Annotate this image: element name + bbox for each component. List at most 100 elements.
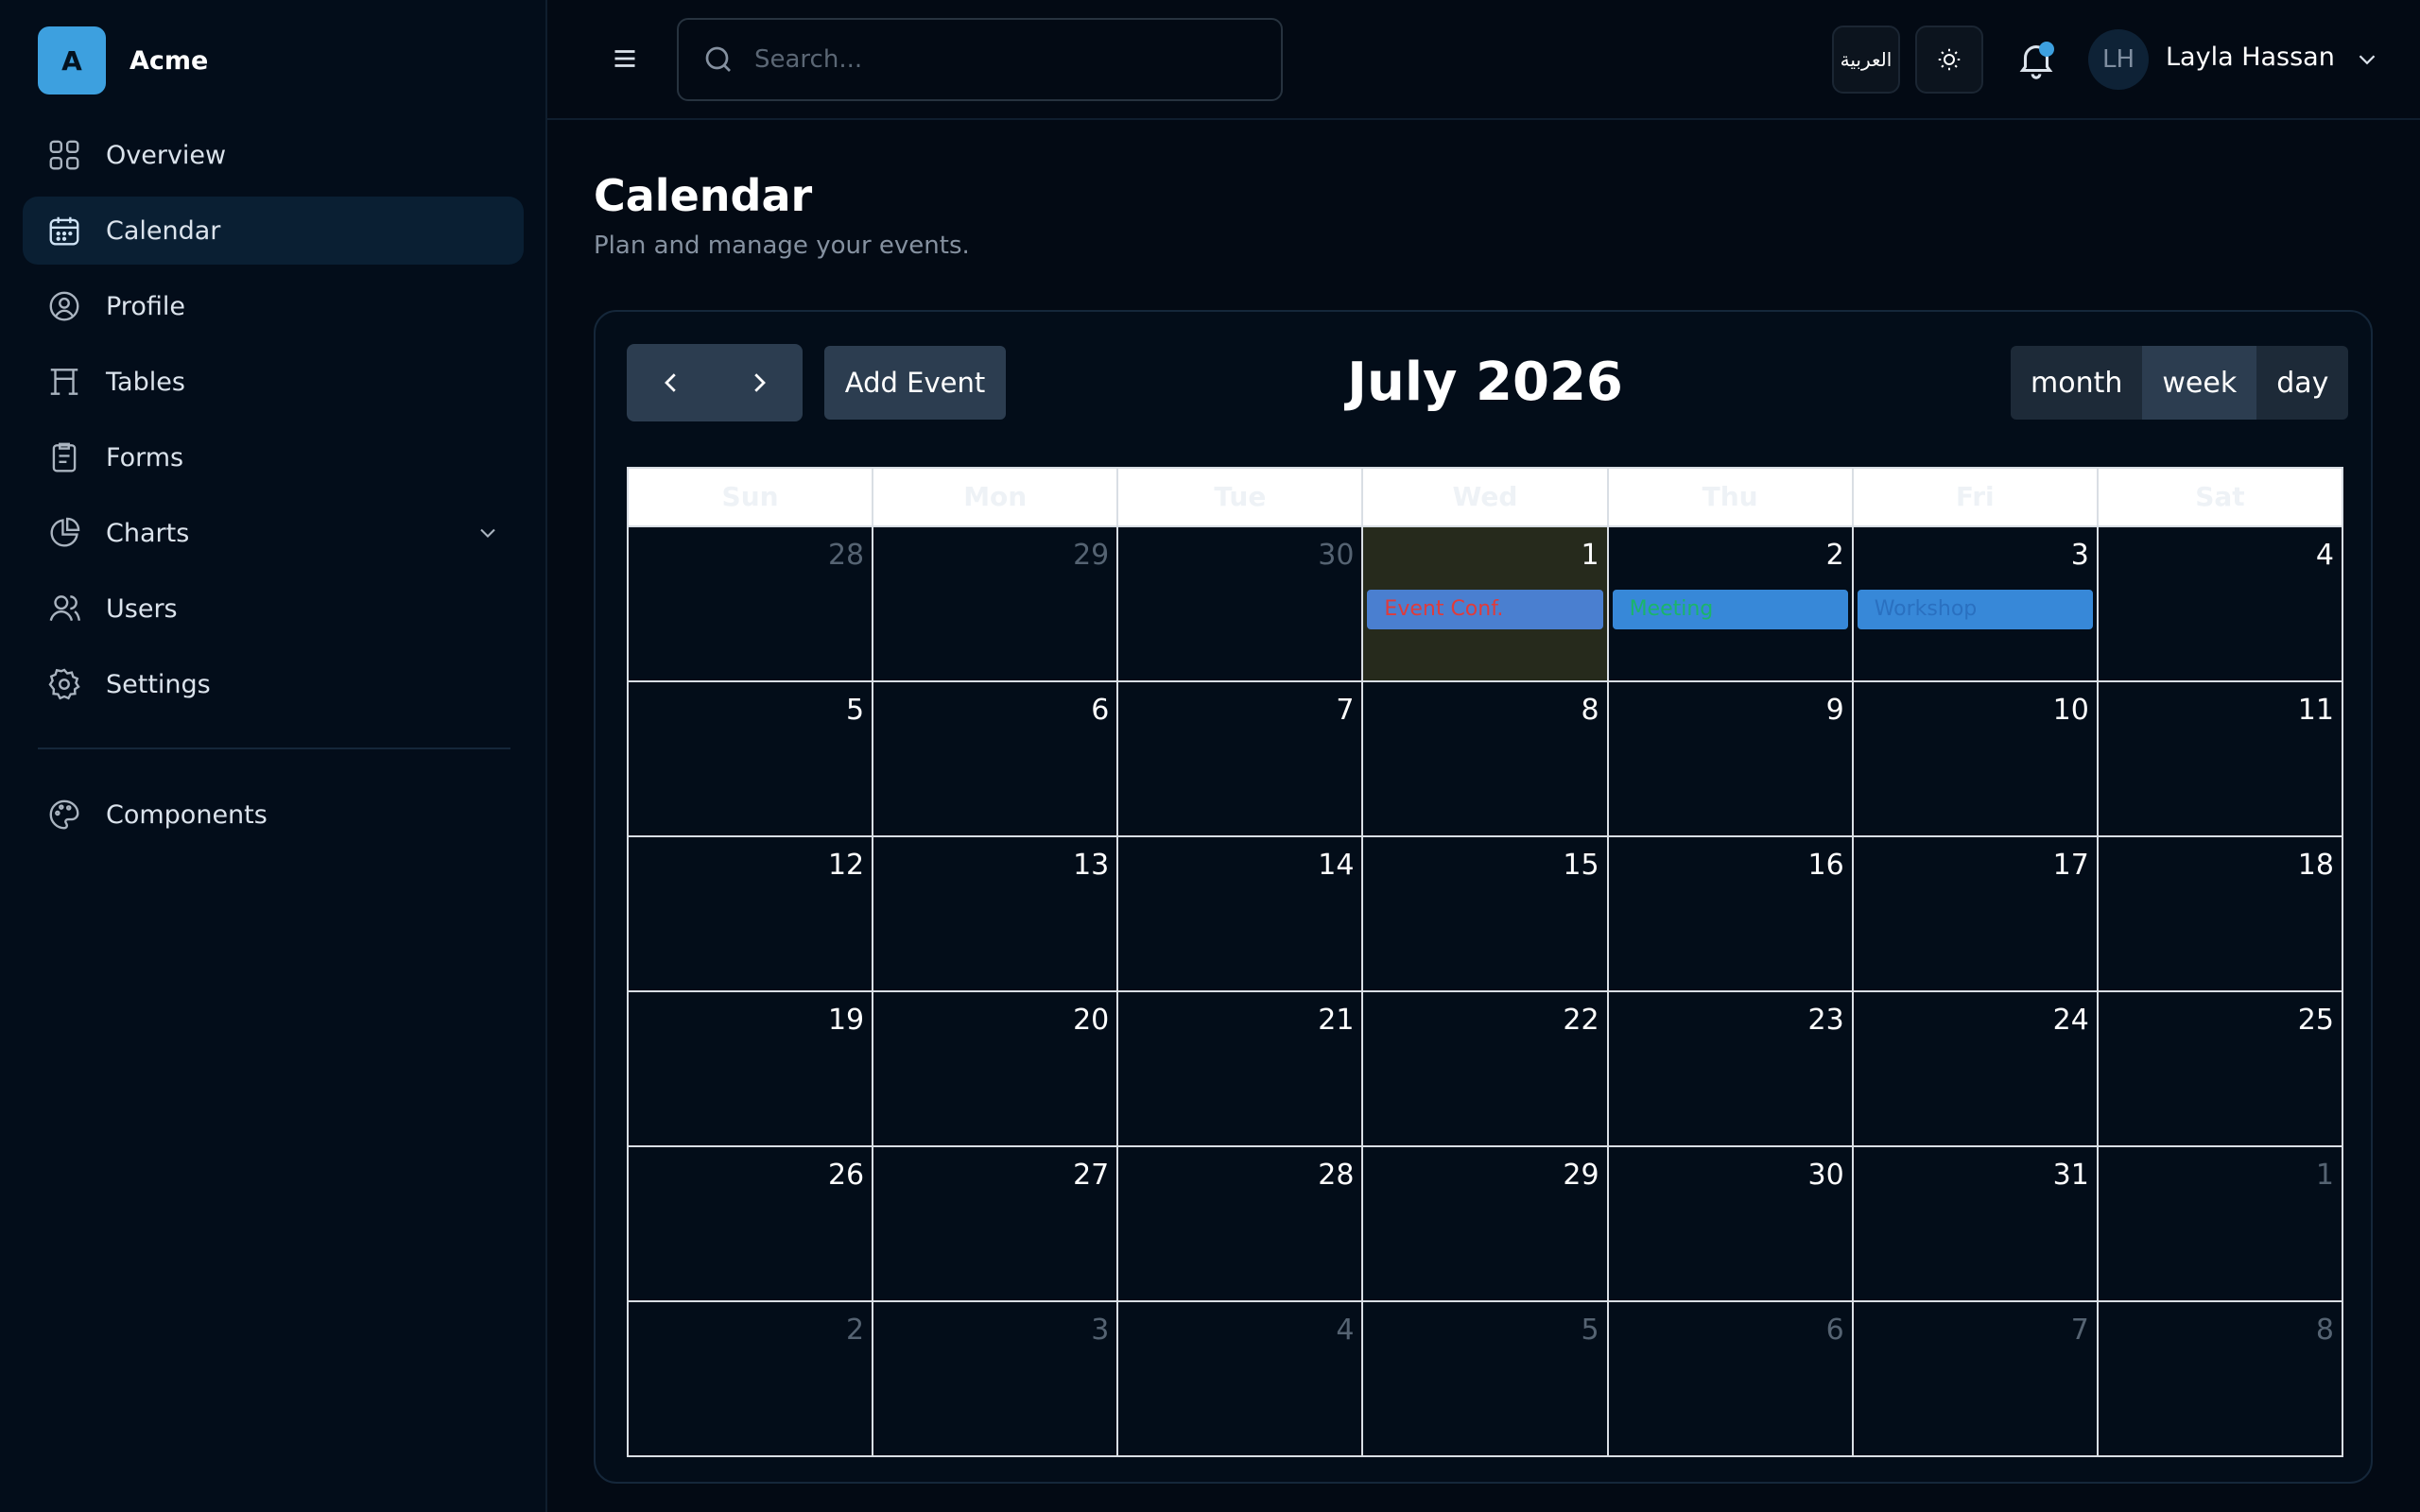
day-cell[interactable]: 29	[1363, 1147, 1609, 1300]
day-number[interactable]: 5	[846, 694, 864, 727]
day-cell[interactable]: 28	[629, 527, 874, 680]
sidebar-item-overview[interactable]: Overview	[23, 121, 524, 189]
day-number[interactable]: 27	[1073, 1159, 1109, 1192]
day-number[interactable]: 25	[2298, 1004, 2334, 1037]
day-number[interactable]: 11	[2298, 694, 2334, 727]
day-number[interactable]: 21	[1318, 1004, 1354, 1037]
day-cell[interactable]: 4	[2099, 527, 2342, 680]
day-cell[interactable]: 16	[1609, 837, 1854, 990]
day-number[interactable]: 30	[1318, 539, 1354, 572]
sidebar-item-settings[interactable]: Settings	[23, 650, 524, 718]
day-number[interactable]: 17	[2053, 849, 2089, 882]
avatar[interactable]: LH	[2088, 29, 2149, 90]
view-month-button[interactable]: month	[2011, 346, 2143, 420]
day-cell[interactable]: 19	[629, 992, 874, 1145]
day-number[interactable]: 15	[1563, 849, 1599, 882]
day-number[interactable]: 3	[1091, 1314, 1109, 1347]
language-button[interactable]: العربية	[1832, 26, 1900, 94]
day-number[interactable]: 4	[1336, 1314, 1354, 1347]
day-number[interactable]: 14	[1318, 849, 1354, 882]
day-cell[interactable]: 12	[629, 837, 874, 990]
day-number[interactable]: 6	[1091, 694, 1109, 727]
day-cell[interactable]: 2 Meeting	[1609, 527, 1854, 680]
day-cell[interactable]: 13	[873, 837, 1119, 990]
day-number[interactable]: 1	[1581, 539, 1599, 572]
day-cell[interactable]: 9	[1609, 682, 1854, 835]
day-number[interactable]: 8	[2316, 1314, 2334, 1347]
theme-toggle-button[interactable]	[1915, 26, 1983, 94]
day-number[interactable]: 6	[1826, 1314, 1844, 1347]
sidebar-item-charts[interactable]: Charts	[23, 499, 524, 567]
day-number[interactable]: 19	[828, 1004, 864, 1037]
view-day-button[interactable]: day	[2256, 346, 2349, 420]
day-number[interactable]: 24	[2053, 1004, 2089, 1037]
day-number[interactable]: 10	[2053, 694, 2089, 727]
next-month-button[interactable]	[715, 344, 803, 421]
day-number[interactable]: 13	[1073, 849, 1109, 882]
day-cell[interactable]: 25	[2099, 992, 2342, 1145]
day-number[interactable]: 22	[1563, 1004, 1599, 1037]
day-number[interactable]: 29	[1563, 1159, 1599, 1192]
day-cell[interactable]: 30	[1609, 1147, 1854, 1300]
day-cell[interactable]: 20	[873, 992, 1119, 1145]
day-cell[interactable]: 11	[2099, 682, 2342, 835]
day-number[interactable]: 8	[1581, 694, 1599, 727]
brand[interactable]: A Acme	[38, 26, 208, 94]
day-number[interactable]: 1	[2316, 1159, 2334, 1192]
day-cell[interactable]: 28	[1118, 1147, 1364, 1300]
day-cell[interactable]: 31	[1854, 1147, 2099, 1300]
day-cell[interactable]: 7	[1854, 1302, 2099, 1455]
sidebar-item-forms[interactable]: Forms	[23, 423, 524, 491]
day-cell[interactable]: 8	[1363, 682, 1609, 835]
day-number[interactable]: 2	[1826, 539, 1844, 572]
sidebar-item-profile[interactable]: Profile	[23, 272, 524, 340]
day-cell[interactable]: 1	[2099, 1147, 2342, 1300]
day-cell[interactable]: 5	[1363, 1302, 1609, 1455]
day-cell[interactable]: 30	[1118, 527, 1364, 680]
day-cell[interactable]: 4	[1118, 1302, 1364, 1455]
day-cell[interactable]: 10	[1854, 682, 2099, 835]
calendar-event[interactable]: Meeting	[1612, 590, 1848, 629]
day-number[interactable]: 23	[1808, 1004, 1844, 1037]
chevron-down-icon[interactable]	[2353, 45, 2381, 74]
day-cell[interactable]: 7	[1118, 682, 1364, 835]
search-input[interactable]	[754, 45, 1265, 74]
day-number[interactable]: 31	[2053, 1159, 2089, 1192]
day-cell[interactable]: 18	[2099, 837, 2342, 990]
day-cell[interactable]: 14	[1118, 837, 1364, 990]
sidebar-item-tables[interactable]: Tables	[23, 348, 524, 416]
day-number[interactable]: 3	[2071, 539, 2089, 572]
day-cell[interactable]: 3 Workshop	[1854, 527, 2099, 680]
day-number[interactable]: 9	[1826, 694, 1844, 727]
calendar-event[interactable]: Workshop	[1857, 590, 2093, 629]
day-cell[interactable]: 24	[1854, 992, 2099, 1145]
view-week-button[interactable]: week	[2142, 346, 2257, 420]
day-cell[interactable]: 6	[1609, 1302, 1854, 1455]
day-cell[interactable]: 26	[629, 1147, 874, 1300]
sidebar-item-users[interactable]: Users	[23, 575, 524, 643]
day-number[interactable]: 7	[1336, 694, 1354, 727]
day-number[interactable]: 30	[1808, 1159, 1844, 1192]
sidebar-item-components[interactable]: Components	[23, 781, 524, 849]
day-cell[interactable]: 17	[1854, 837, 2099, 990]
calendar-event[interactable]: Event Conf.	[1367, 590, 1603, 629]
day-number[interactable]: 26	[828, 1159, 864, 1192]
day-number[interactable]: 16	[1808, 849, 1844, 882]
day-cell[interactable]: 23	[1609, 992, 1854, 1145]
day-number[interactable]: 28	[828, 539, 864, 572]
day-number[interactable]: 12	[828, 849, 864, 882]
day-cell[interactable]: 21	[1118, 992, 1364, 1145]
search-box[interactable]	[677, 18, 1283, 101]
day-cell[interactable]: 22	[1363, 992, 1609, 1145]
day-number[interactable]: 5	[1581, 1314, 1599, 1347]
add-event-button[interactable]: Add Event	[824, 346, 1006, 420]
day-cell[interactable]: 8	[2099, 1302, 2342, 1455]
day-number[interactable]: 28	[1318, 1159, 1354, 1192]
day-number[interactable]: 7	[2071, 1314, 2089, 1347]
day-number[interactable]: 29	[1073, 539, 1109, 572]
sidebar-item-calendar[interactable]: Calendar	[23, 197, 524, 265]
prev-month-button[interactable]	[627, 344, 715, 421]
day-cell-today[interactable]: 1 Event Conf.	[1363, 527, 1609, 680]
day-cell[interactable]: 2	[629, 1302, 874, 1455]
day-cell[interactable]: 29	[873, 527, 1119, 680]
